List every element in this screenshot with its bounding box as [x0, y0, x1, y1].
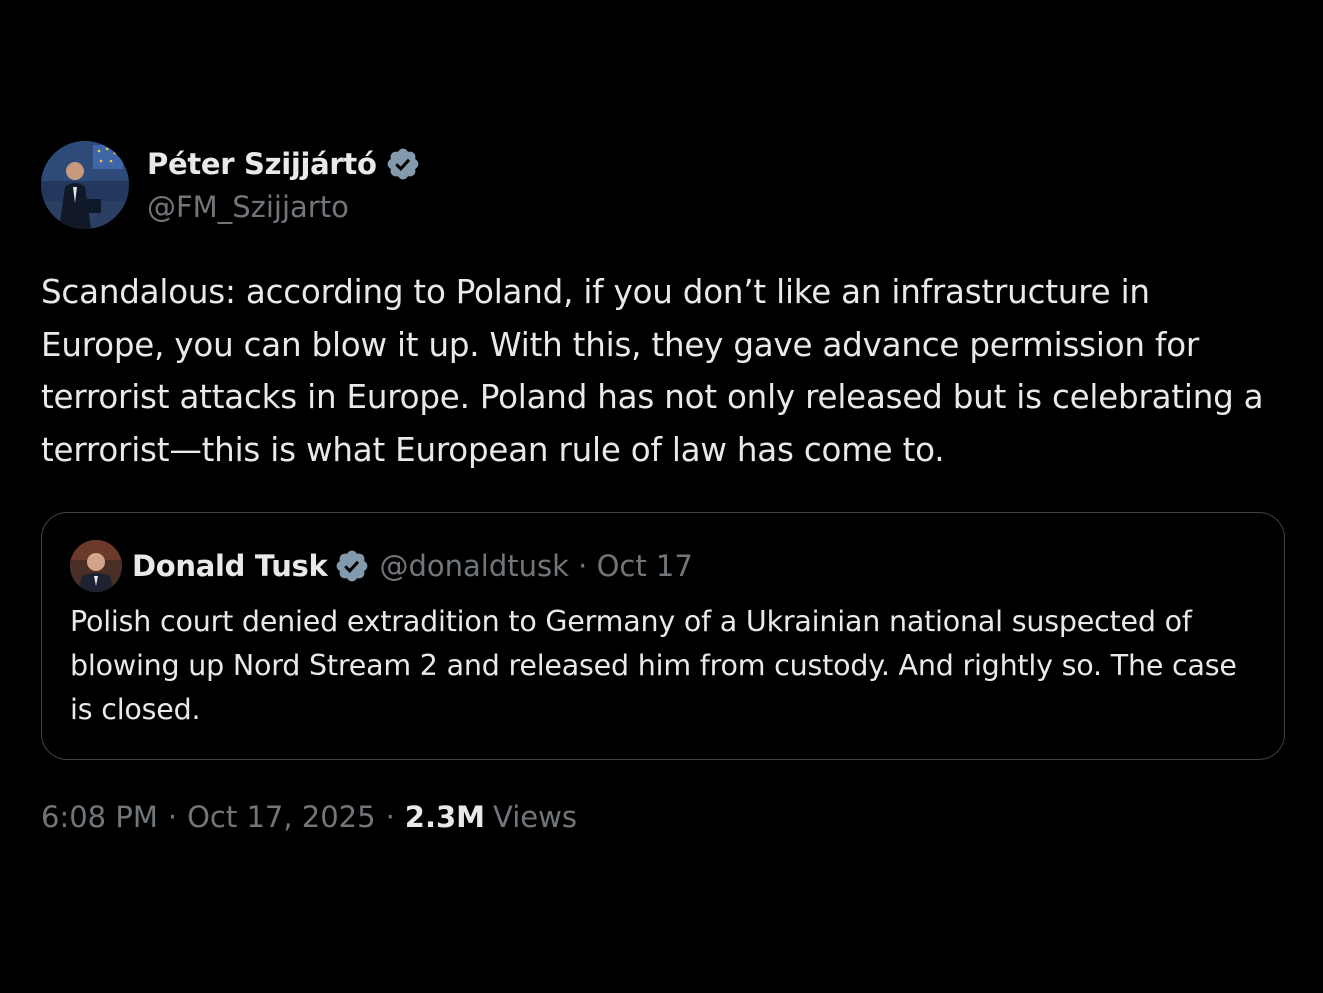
- author-name[interactable]: Péter Szijjártó: [147, 147, 377, 181]
- tweet: Péter Szijjártó @FM_Szijjarto Scandalous…: [41, 140, 1287, 834]
- tweet-footer: 6:08 PM · Oct 17, 2025 · 2.3M Views: [41, 800, 1287, 834]
- separator-dot: ·: [167, 800, 178, 834]
- quoted-tweet-text: Polish court denied extradition to Germa…: [70, 605, 1237, 726]
- tweet-date[interactable]: Oct 17, 2025: [187, 800, 376, 834]
- quoted-handle-date[interactable]: @donaldtusk · Oct 17: [380, 549, 693, 583]
- tweet-text: Scandalous: according to Poland, if you …: [41, 273, 1264, 469]
- tweet-time[interactable]: 6:08 PM: [41, 800, 158, 834]
- quoted-author-name[interactable]: Donald Tusk: [132, 549, 328, 583]
- quoted-author-avatar[interactable]: [70, 540, 122, 592]
- verified-badge-icon[interactable]: [334, 548, 370, 584]
- quoted-tweet-header: Donald Tusk @donaldtusk · Oct 17: [70, 540, 1256, 592]
- separator-dot: ·: [385, 800, 395, 834]
- views-count[interactable]: 2.3M: [405, 800, 485, 834]
- views-label: Views: [493, 800, 577, 834]
- author-avatar[interactable]: [41, 141, 129, 229]
- tweet-header: Péter Szijjártó @FM_Szijjarto: [41, 140, 1287, 230]
- author-handle[interactable]: @FM_Szijjarto: [147, 186, 421, 228]
- author-name-row: Péter Szijjártó: [147, 142, 421, 186]
- quoted-tweet[interactable]: Donald Tusk @donaldtusk · Oct 17 Polish …: [41, 512, 1285, 760]
- author-identity: Péter Szijjártó @FM_Szijjarto: [147, 142, 421, 228]
- verified-badge-icon[interactable]: [385, 146, 421, 182]
